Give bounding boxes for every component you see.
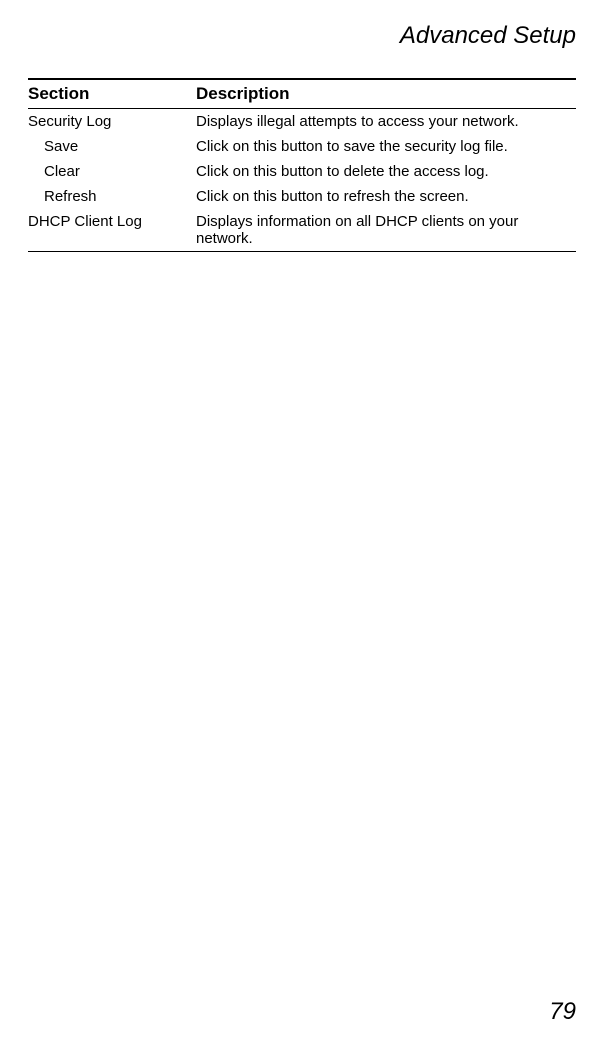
table-row: Clear Click on this button to delete the…: [28, 159, 576, 184]
column-header-section: Section: [28, 79, 196, 109]
section-description-table: Section Description Security Log Display…: [28, 78, 576, 252]
cell-section: DHCP Client Log: [28, 209, 196, 252]
table-row: Refresh Click on this button to refresh …: [28, 184, 576, 209]
page-number: 79: [549, 998, 576, 1026]
cell-description: Click on this button to delete the acces…: [196, 159, 576, 184]
cell-description: Displays information on all DHCP clients…: [196, 209, 576, 252]
table-row: Save Click on this button to save the se…: [28, 134, 576, 159]
page-header: Advanced Setup: [28, 22, 576, 50]
table-row: DHCP Client Log Displays information on …: [28, 209, 576, 252]
table-header-row: Section Description: [28, 79, 576, 109]
column-header-description: Description: [196, 79, 576, 109]
cell-description: Click on this button to save the securit…: [196, 134, 576, 159]
cell-section: Security Log: [28, 109, 196, 135]
cell-section: Clear: [28, 159, 196, 184]
cell-description: Click on this button to refresh the scre…: [196, 184, 576, 209]
cell-section: Refresh: [28, 184, 196, 209]
cell-description: Displays illegal attempts to access your…: [196, 109, 576, 135]
cell-section: Save: [28, 134, 196, 159]
table-row: Security Log Displays illegal attempts t…: [28, 109, 576, 135]
